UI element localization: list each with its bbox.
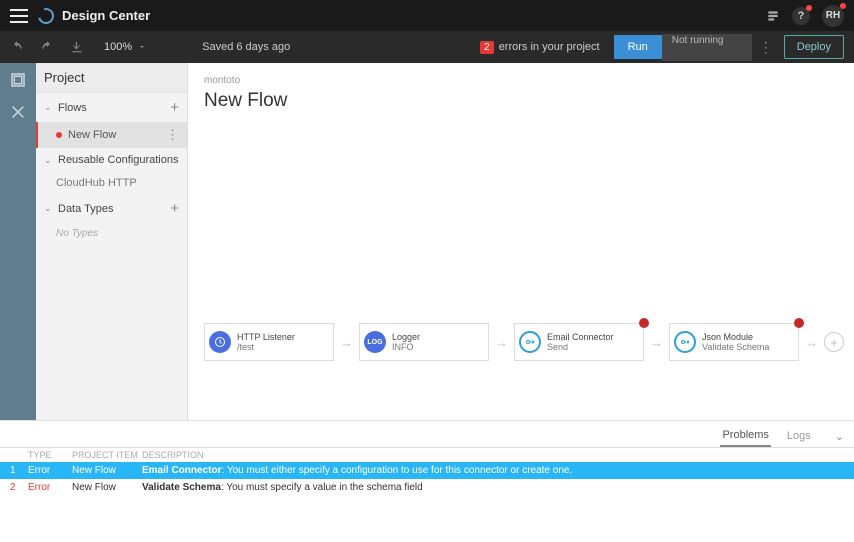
item-menu-icon[interactable]: ⋮	[166, 127, 179, 143]
download-icon[interactable]	[70, 40, 84, 54]
deploy-button[interactable]: Deploy	[784, 35, 844, 59]
zoom-level[interactable]: 100%	[104, 41, 132, 53]
row-item: New Flow	[72, 482, 142, 493]
canvas[interactable]: montoto New Flow HTTP Listener/test→LOGL…	[188, 63, 854, 420]
card-subtitle: INFO	[392, 342, 420, 352]
flow-row: HTTP Listener/test → LOG LoggerINFO → Email C…	[204, 323, 844, 361]
tab-problems[interactable]: Problems	[720, 425, 770, 447]
error-count-badge[interactable]: 2	[480, 41, 494, 54]
sidebar-item-cloudhub[interactable]: CloudHub HTTP	[36, 172, 187, 194]
chevron-down-icon: ⌄	[44, 102, 52, 113]
card-subtitle: Send	[547, 342, 614, 352]
row-desc: Validate Schema: You must specify a valu…	[142, 482, 844, 493]
sidebar-empty-datatypes: No Types	[36, 223, 187, 244]
error-badge-icon	[794, 318, 804, 328]
notification-dot-icon	[840, 3, 846, 9]
breadcrumb[interactable]: montoto	[204, 75, 838, 86]
run-status: Not running	[662, 34, 752, 61]
arrow-icon: →	[495, 335, 508, 350]
help-icon[interactable]: ?	[792, 7, 810, 25]
row-type: Error	[28, 465, 72, 476]
table-header: TYPE PROJECT ITEM DESCRIPTION	[0, 448, 854, 462]
top-bar: Design Center ? RH	[0, 0, 854, 31]
action-bar: 100% Saved 6 days ago 2 errors in your p…	[0, 31, 854, 63]
run-button[interactable]: Run	[614, 35, 662, 59]
sidebar-section-label: Data Types	[58, 203, 113, 215]
chevron-down-icon[interactable]	[138, 43, 146, 51]
chevron-down-icon: ⌄	[44, 203, 52, 214]
card-title: Logger	[392, 332, 420, 342]
arrow-icon: →	[805, 335, 818, 350]
card-subtitle: /test	[237, 342, 295, 352]
menu-icon[interactable]	[10, 9, 28, 23]
flow-card[interactable]: LOG LoggerINFO	[359, 323, 489, 361]
problem-row[interactable]: 1ErrorNew FlowEmail Connector: You must …	[0, 462, 854, 479]
add-flow-icon[interactable]: +	[170, 99, 179, 116]
sidebar-section-flows[interactable]: ⌄ Flows +	[36, 93, 187, 122]
problem-row[interactable]: 2ErrorNew FlowValidate Schema: You must …	[0, 479, 854, 496]
card-title: HTTP Listener	[237, 332, 295, 342]
sidebar-section-label: Flows	[58, 102, 87, 114]
brand: Design Center	[38, 8, 150, 24]
sidebar-section-label: Reusable Configurations	[58, 154, 178, 166]
arrow-icon: →	[340, 335, 353, 350]
row-number: 2	[10, 482, 28, 493]
logger-icon: LOG	[364, 331, 386, 353]
col-item: PROJECT ITEM	[72, 450, 142, 460]
collapse-panel-icon[interactable]: ⌄	[835, 430, 844, 443]
flow-title: New Flow	[204, 90, 838, 112]
app-title: Design Center	[62, 8, 150, 23]
col-desc: DESCRIPTION	[142, 450, 844, 460]
row-item: New Flow	[72, 465, 142, 476]
card-title: Email Connector	[547, 332, 614, 342]
flow-card[interactable]: Json ModuleValidate Schema	[669, 323, 799, 361]
run-options-icon[interactable]: ⋮	[756, 39, 776, 56]
card-title: Json Module	[702, 332, 769, 342]
undo-icon[interactable]	[10, 40, 24, 54]
http-icon	[209, 331, 231, 353]
flow-card[interactable]: Email ConnectorSend	[514, 323, 644, 361]
redo-icon[interactable]	[40, 40, 54, 54]
sidebar-section-datatypes[interactable]: ⌄ Data Types +	[36, 194, 187, 223]
col-type: TYPE	[28, 450, 72, 460]
arrow-icon: →	[650, 335, 663, 350]
sidebar-section-reusable[interactable]: ⌄ Reusable Configurations	[36, 148, 187, 172]
exchange-icon[interactable]	[766, 9, 780, 23]
error-text[interactable]: errors in your project	[499, 41, 600, 53]
connector-icon	[674, 331, 696, 353]
sidebar-item-label: New Flow	[68, 129, 116, 141]
row-desc: Email Connector: You must either specify…	[142, 465, 844, 476]
card-subtitle: Validate Schema	[702, 342, 769, 352]
left-rail	[0, 63, 36, 420]
bottom-tabs: Problems Logs ⌄	[0, 421, 854, 448]
sidebar-title: Project	[36, 63, 187, 93]
project-icon[interactable]	[9, 71, 27, 89]
problems-table: TYPE PROJECT ITEM DESCRIPTION 1ErrorNew …	[0, 448, 854, 496]
bottom-panel: Problems Logs ⌄ TYPE PROJECT ITEM DESCRI…	[0, 420, 854, 542]
tab-logs[interactable]: Logs	[785, 426, 813, 446]
sidebar: Project ⌄ Flows + New Flow ⋮ ⌄ Reusable …	[36, 63, 188, 420]
notification-dot-icon	[806, 5, 812, 11]
row-number: 1	[10, 465, 28, 476]
connector-icon	[519, 331, 541, 353]
row-type: Error	[28, 482, 72, 493]
avatar[interactable]: RH	[822, 5, 844, 27]
add-datatype-icon[interactable]: +	[170, 200, 179, 217]
chevron-down-icon: ⌄	[44, 155, 52, 166]
brand-logo-icon	[35, 5, 57, 27]
error-badge-icon	[639, 318, 649, 328]
sidebar-item-new-flow[interactable]: New Flow ⋮	[36, 122, 187, 148]
dependencies-icon[interactable]	[9, 103, 27, 121]
add-card-button[interactable]: +	[824, 332, 844, 352]
save-status: Saved 6 days ago	[202, 41, 290, 53]
flow-card[interactable]: HTTP Listener/test	[204, 323, 334, 361]
error-indicator-icon	[56, 132, 62, 138]
